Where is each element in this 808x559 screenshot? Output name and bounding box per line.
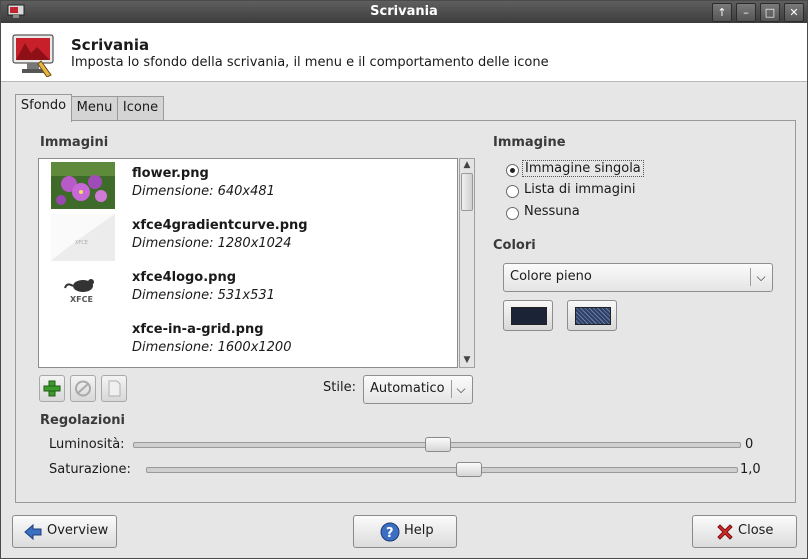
svg-text:XFCE: XFCE [75, 240, 88, 246]
close-icon [717, 524, 733, 540]
back-arrow-icon [24, 523, 42, 541]
window-title: Scrivania [370, 4, 438, 19]
style-label: Stile: [323, 380, 356, 395]
shade-button[interactable]: ↑ [712, 3, 732, 22]
brightness-value: 0 [745, 437, 754, 452]
combo-separator [451, 380, 452, 398]
gradient-thumbnail-icon: XFCE [51, 214, 115, 261]
scroll-down-icon[interactable]: ▼ [460, 354, 474, 366]
file-dimension: Dimensione: 531x531 [132, 288, 275, 303]
background-tab-panel: Immagini flower.png Dimensione: 640x481 [15, 120, 796, 503]
document-icon [108, 380, 121, 397]
image-list[interactable]: flower.png Dimensione: 640x481 XFCE xfce… [38, 158, 458, 368]
saturation-slider-handle[interactable] [456, 462, 482, 477]
saturation-slider[interactable] [146, 462, 738, 477]
remove-icon [75, 380, 91, 397]
saturation-label: Saturazione: [49, 462, 131, 477]
secondary-color-button[interactable] [567, 300, 617, 331]
scroll-up-icon[interactable]: ▲ [460, 159, 474, 171]
file-name: xfce4logo.png [132, 270, 237, 285]
tab-sfondo[interactable]: Sfondo [15, 94, 72, 122]
style-select-value: Automatico [370, 381, 445, 396]
file-dimension: Dimensione: 640x481 [132, 184, 275, 199]
primary-color-swatch [511, 307, 547, 325]
header-subtitle: Imposta lo sfondo della scrivania, il me… [71, 55, 549, 70]
minimize-button[interactable]: – [736, 3, 756, 22]
image-list-scrollbar[interactable]: ▲ ▼ [459, 158, 475, 368]
color-mode-select[interactable]: Colore pieno ⌵ [503, 263, 773, 292]
help-label: Help [404, 523, 434, 538]
radio-indicator[interactable] [506, 164, 519, 177]
list-item[interactable]: XFCE xfce4logo.png Dimensione: 531x531 [39, 263, 457, 315]
tab-menu[interactable]: Menu [71, 96, 118, 120]
radio-label: Lista di immagini [524, 182, 636, 197]
maximize-button[interactable]: □ [760, 3, 780, 22]
help-button[interactable]: ? Help [353, 515, 457, 548]
plus-icon [43, 380, 61, 397]
file-name: xfce-in-a-grid.png [132, 322, 264, 337]
images-heading: Immagini [40, 135, 109, 150]
overview-button[interactable]: Overview [12, 515, 117, 548]
secondary-color-swatch [575, 307, 611, 325]
combo-separator [750, 268, 751, 286]
overview-label: Overview [47, 523, 109, 538]
list-item[interactable]: flower.png Dimensione: 640x481 [39, 159, 457, 211]
header-title: Scrivania [71, 36, 150, 54]
style-select[interactable]: Automatico ⌵ [363, 375, 473, 404]
desktop-settings-icon [12, 34, 54, 77]
flower-thumbnail-icon [51, 162, 115, 209]
adjustments-heading: Regolazioni [40, 413, 125, 428]
brightness-slider[interactable] [133, 437, 741, 452]
close-button[interactable]: Close [692, 515, 797, 548]
brightness-label: Luminosità: [49, 437, 125, 452]
new-list-button[interactable] [101, 375, 127, 402]
list-item[interactable]: xfce-in-a-grid.png Dimensione: 1600x1200 [39, 315, 457, 367]
color-mode-value: Colore pieno [510, 269, 592, 284]
radio-label: Nessuna [524, 204, 580, 219]
close-label: Close [738, 523, 774, 538]
title-bar[interactable]: Scrivania ↑ – □ ✕ [1, 1, 807, 23]
image-heading: Immagine [493, 135, 566, 150]
svg-text:?: ? [386, 526, 394, 541]
list-item[interactable]: XFCE xfce4gradientcurve.png Dimensione: … [39, 211, 457, 263]
help-icon: ? [380, 522, 400, 542]
tab-icone[interactable]: Icone [117, 96, 164, 120]
remove-image-button[interactable] [70, 375, 96, 402]
radio-label: Immagine singola [522, 160, 644, 177]
file-dimension: Dimensione: 1600x1200 [132, 340, 292, 355]
dialog-header: Scrivania Imposta lo sfondo della scriva… [1, 23, 807, 82]
radio-indicator[interactable] [506, 207, 519, 220]
settings-window: Scrivania ↑ – □ ✕ Scrivania Imposta lo s… [0, 0, 808, 559]
scroll-thumb[interactable] [461, 173, 473, 211]
svg-text:XFCE: XFCE [70, 295, 93, 304]
colors-heading: Colori [493, 238, 536, 253]
radio-indicator[interactable] [506, 185, 519, 198]
grid-thumbnail-icon [51, 318, 115, 365]
file-name: xfce4gradientcurve.png [132, 218, 308, 233]
brightness-slider-handle[interactable] [425, 437, 451, 452]
file-dimension: Dimensione: 1280x1024 [132, 236, 292, 251]
close-window-button[interactable]: ✕ [784, 3, 804, 22]
chevron-down-icon: ⌵ [456, 382, 466, 396]
add-image-button[interactable] [39, 375, 65, 402]
file-name: flower.png [132, 166, 209, 181]
chevron-down-icon: ⌵ [756, 270, 766, 284]
xfce-logo-thumbnail-icon: XFCE [51, 266, 115, 313]
saturation-value: 1,0 [740, 462, 761, 477]
primary-color-button[interactable] [503, 300, 553, 331]
